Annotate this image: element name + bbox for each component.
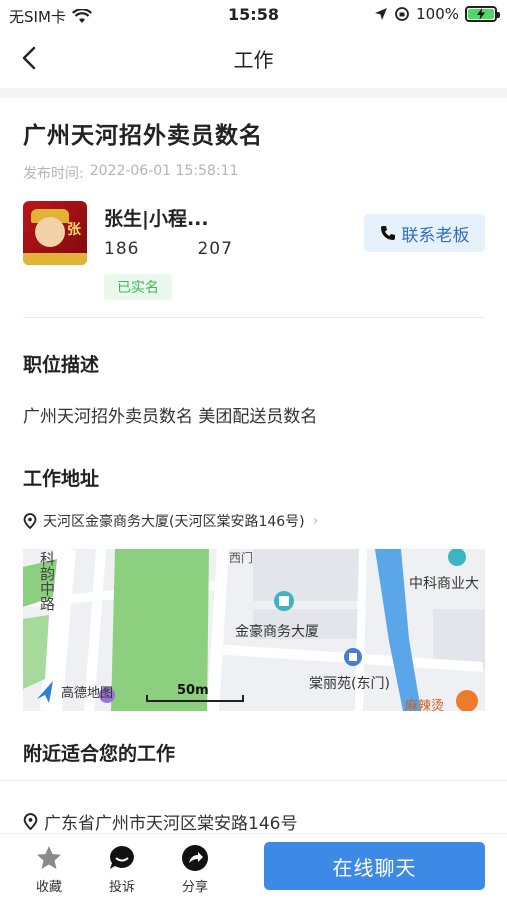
location-map[interactable]: 科韵中路 西门 金豪商务大厦 中科商业大 棠丽苑(东门) 麻辣烫 高德地图 50… bbox=[23, 549, 485, 711]
job-detail-page: 无SIM卡 15:58 100% 工作 广州天河招外卖员数名 发布时间: 202… bbox=[0, 0, 507, 900]
employer-name: 张生|小程... bbox=[104, 208, 209, 230]
poi-bottom-label: 棠丽苑(东门) bbox=[309, 676, 390, 692]
navigation-bar: 工作 bbox=[0, 30, 507, 86]
divider-line bbox=[0, 780, 507, 781]
avatar-face bbox=[35, 217, 65, 247]
contact-boss-label: 联系老板 bbox=[401, 225, 470, 246]
nearby-job-address[interactable]: 广东省广州市天河区棠安路146号 bbox=[23, 809, 297, 834]
location-pin-icon bbox=[23, 813, 38, 830]
post-time-label: 发布时间: bbox=[23, 166, 84, 182]
contact-boss-button[interactable]: 联系老板 bbox=[364, 214, 485, 252]
favorite-label: 收藏 bbox=[35, 880, 62, 895]
bottom-action-bar: 收藏 投诉 分享 在线聊天 bbox=[0, 834, 507, 900]
share-label: 分享 bbox=[181, 880, 208, 895]
gate-label: 西门 bbox=[229, 551, 254, 565]
phone-suffix: 207 bbox=[197, 239, 233, 259]
favorite-button[interactable]: 收藏 bbox=[23, 844, 75, 895]
status-right: 100% bbox=[374, 5, 500, 23]
orientation-lock-icon bbox=[395, 7, 410, 21]
chevron-right-icon: › bbox=[312, 513, 319, 529]
address-text: 天河区金豪商务大厦(天河区棠安路146号) bbox=[43, 514, 305, 530]
battery-percent: 100% bbox=[416, 5, 459, 23]
page-title: 工作 bbox=[233, 48, 274, 72]
location-arrow-icon bbox=[375, 8, 388, 20]
map-scale-label: 50m bbox=[177, 683, 209, 698]
status-bar: 无SIM卡 15:58 100% bbox=[0, 0, 507, 30]
section-divider bbox=[0, 88, 507, 98]
phone-prefix: 186 bbox=[104, 239, 140, 259]
share-button[interactable]: 分享 bbox=[169, 844, 221, 895]
address-title: 工作地址 bbox=[23, 468, 100, 490]
poi-main-label: 金豪商务大厦 bbox=[235, 624, 319, 640]
online-chat-button[interactable]: 在线聊天 bbox=[264, 842, 485, 890]
nearby-title: 附近适合您的工作 bbox=[23, 743, 176, 765]
description-title: 职位描述 bbox=[23, 354, 100, 376]
map-provider-label: 高德地图 bbox=[61, 686, 114, 701]
job-title: 广州天河招外卖员数名 bbox=[23, 123, 263, 149]
post-time-value: 2022-06-01 15:58:11 bbox=[89, 163, 239, 179]
charging-bolt-icon bbox=[477, 8, 485, 20]
report-button[interactable]: 投诉 bbox=[96, 844, 148, 895]
divider-line bbox=[23, 317, 485, 318]
report-label: 投诉 bbox=[108, 880, 135, 895]
employer-phone: 186 207 bbox=[104, 239, 233, 259]
employer-avatar[interactable]: 张 bbox=[23, 201, 87, 265]
post-time: 发布时间: 2022-06-01 15:58:11 bbox=[23, 163, 238, 183]
location-pin-icon bbox=[23, 513, 37, 529]
share-icon bbox=[182, 845, 208, 871]
verified-badge: 已实名 bbox=[104, 274, 172, 300]
avatar-char: 张 bbox=[67, 222, 81, 238]
poi-restaurant-label: 麻辣烫 bbox=[405, 699, 445, 711]
star-icon bbox=[37, 846, 61, 869]
battery-icon bbox=[465, 6, 500, 22]
chat-bubble-icon bbox=[110, 846, 134, 869]
phone-icon bbox=[380, 226, 395, 240]
nearby-address-text: 广东省广州市天河区棠安路146号 bbox=[44, 814, 298, 834]
description-text: 广州天河招外卖员数名 美团配送员数名 bbox=[23, 407, 318, 427]
employer-card: 张 张生|小程... 186 207 已实名 联系老板 bbox=[23, 201, 485, 305]
avatar-band bbox=[23, 253, 87, 265]
road-label: 科韵中路 bbox=[38, 551, 56, 611]
address-link[interactable]: 天河区金豪商务大厦(天河区棠安路146号) › bbox=[23, 511, 318, 531]
poi-right-label: 中科商业大 bbox=[409, 576, 479, 592]
